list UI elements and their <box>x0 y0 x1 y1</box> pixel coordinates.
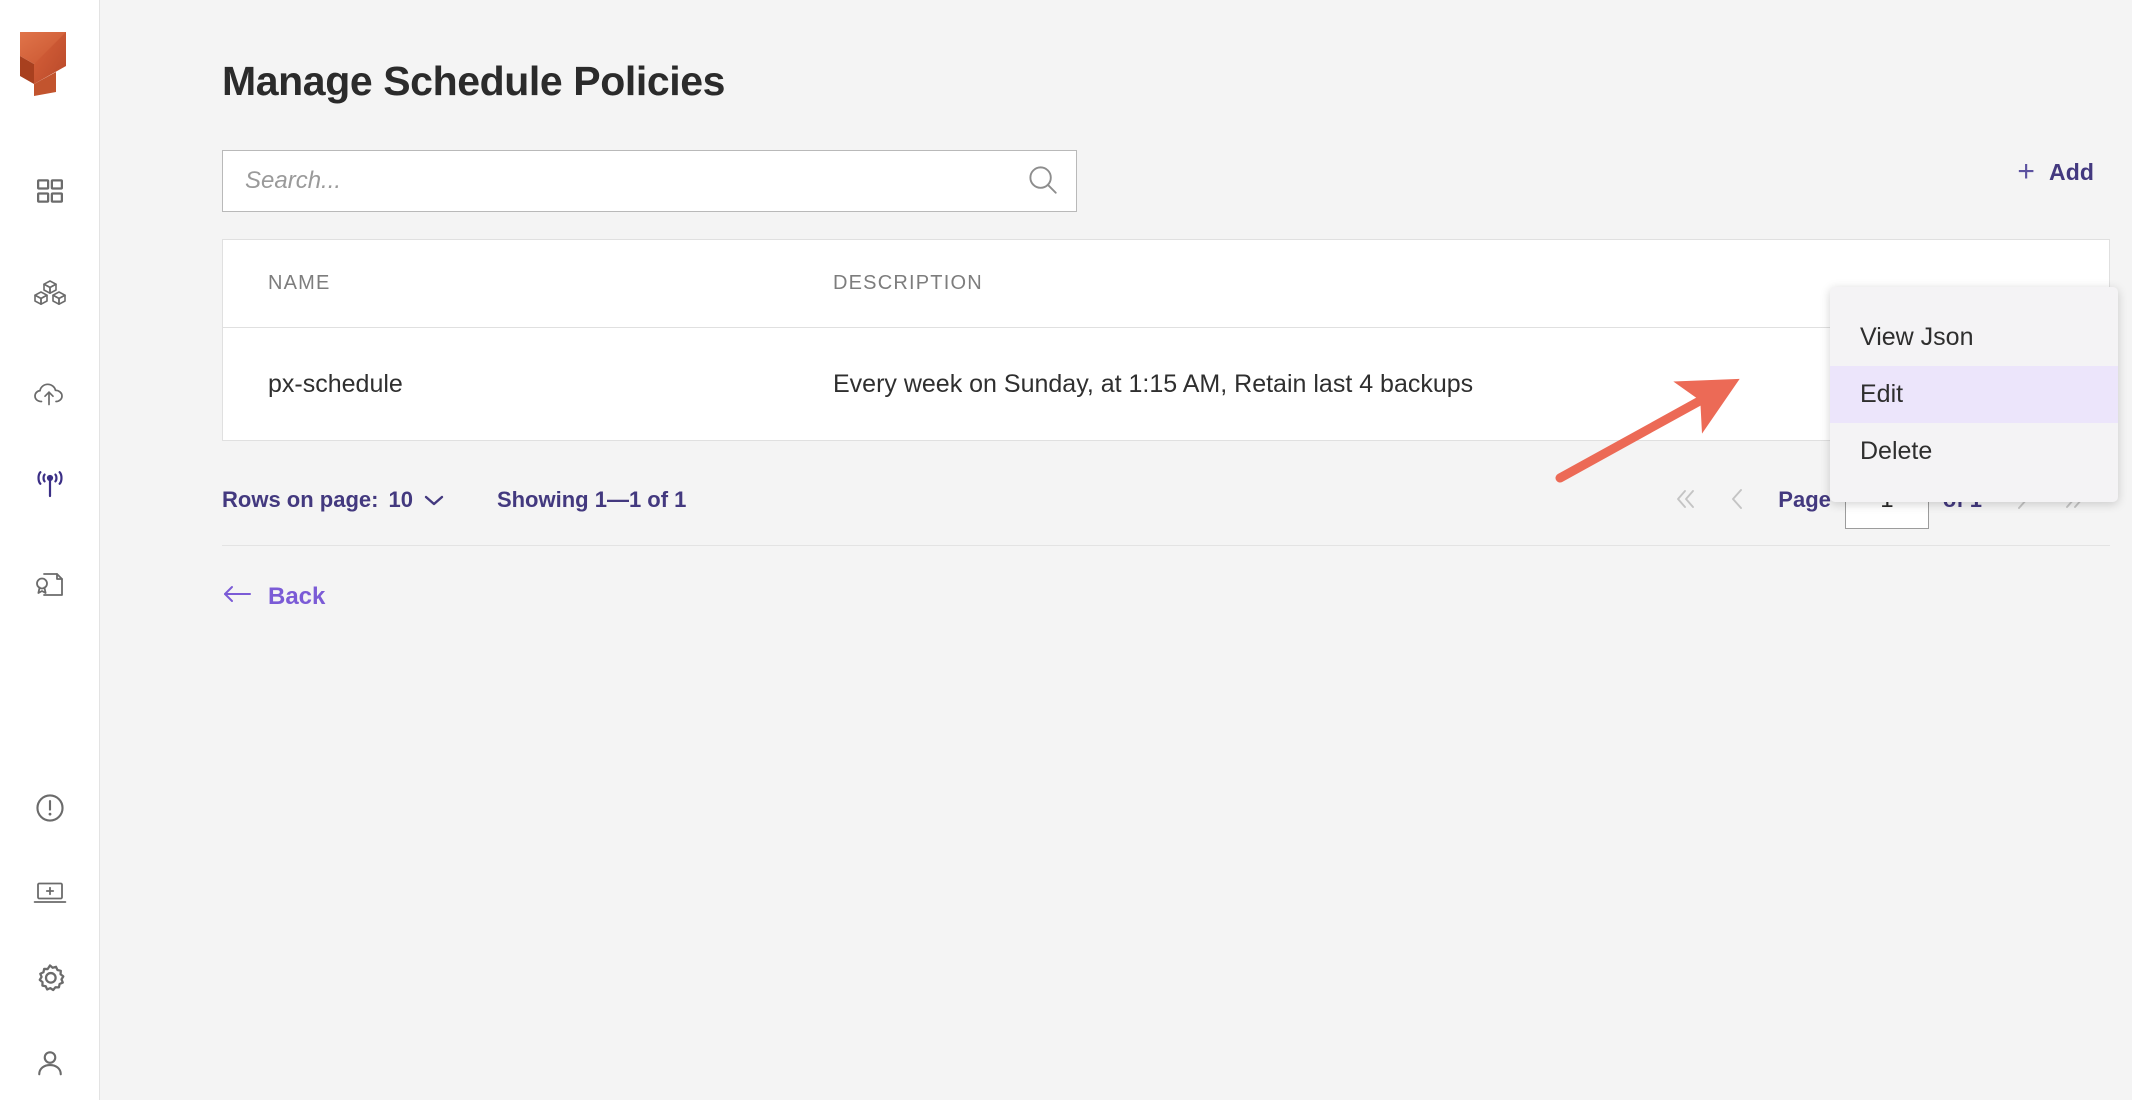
footer-divider <box>222 545 2110 546</box>
rows-per-page-select[interactable]: Rows on page: 10 <box>222 487 445 513</box>
search-icon <box>1026 163 1060 200</box>
chevron-down-icon <box>423 487 445 513</box>
search-input[interactable] <box>223 151 1010 211</box>
first-page-button[interactable] <box>1660 474 1712 526</box>
column-header-description: DESCRIPTION <box>833 272 1733 295</box>
menu-item-edit[interactable]: Edit <box>1830 366 2118 423</box>
cloud-upload-icon <box>33 381 67 409</box>
menu-item-view-json[interactable]: View Json <box>1830 309 2118 366</box>
add-button[interactable]: + Add <box>2017 157 2094 187</box>
gear-icon <box>34 962 66 994</box>
portworx-logo[interactable] <box>14 22 76 96</box>
double-chevron-left-icon <box>1671 486 1701 515</box>
search-button[interactable] <box>1010 151 1076 211</box>
rules-document-icon <box>34 570 66 600</box>
sidebar-item-backup[interactable] <box>0 372 100 418</box>
sidebar-item-account[interactable] <box>0 1040 100 1086</box>
pagination-bar: Rows on page: 10 Showing 1—1 of 1 <box>222 470 2110 530</box>
add-laptop-icon <box>33 879 67 907</box>
cell-description: Every week on Sunday, at 1:15 AM, Retain… <box>833 370 1733 399</box>
sidebar-item-add-application[interactable] <box>0 870 100 916</box>
pagination-left: Rows on page: 10 Showing 1—1 of 1 <box>222 470 686 530</box>
chevron-left-icon <box>1725 486 1751 515</box>
column-header-name: NAME <box>223 272 833 295</box>
row-actions-dropdown: View Json Edit Delete <box>1830 287 2118 502</box>
dashboard-grid-icon <box>35 176 65 206</box>
add-button-label: Add <box>2049 159 2094 186</box>
sidebar-item-clusters[interactable] <box>0 270 100 316</box>
broadcast-antenna-icon <box>33 469 67 501</box>
sidebar-item-alerts[interactable] <box>0 785 100 831</box>
left-sidebar <box>0 0 100 1100</box>
sidebar-item-rules[interactable] <box>0 562 100 608</box>
menu-item-delete[interactable]: Delete <box>1830 423 2118 480</box>
arrow-left-icon <box>222 583 252 611</box>
showing-count: Showing 1—1 of 1 <box>497 487 686 513</box>
rows-per-page-value: 10 <box>388 487 412 513</box>
schedule-policies-table: NAME DESCRIPTION px-schedule Every week … <box>222 239 2110 441</box>
sidebar-item-settings[interactable] <box>0 955 100 1001</box>
cell-name: px-schedule <box>223 370 833 399</box>
alert-circle-icon <box>34 792 66 824</box>
rows-per-page-label: Rows on page: <box>222 487 378 513</box>
cluster-cubes-icon <box>33 278 67 308</box>
app-root: Manage Schedule Policies + Add NAME DESC <box>0 0 2132 1100</box>
prev-page-button[interactable] <box>1712 474 1764 526</box>
back-button[interactable]: Back <box>222 583 325 611</box>
user-account-icon <box>34 1048 66 1078</box>
plus-icon: + <box>2017 157 2035 187</box>
sidebar-item-schedule-policies[interactable] <box>0 462 100 508</box>
table-row[interactable]: px-schedule Every week on Sunday, at 1:1… <box>223 328 2109 440</box>
search-box[interactable] <box>222 150 1077 212</box>
back-button-label: Back <box>268 583 325 611</box>
sidebar-item-dashboard[interactable] <box>0 168 100 214</box>
main-content: Manage Schedule Policies + Add NAME DESC <box>100 0 2132 1100</box>
table-header-row: NAME DESCRIPTION <box>223 240 2109 328</box>
page-title: Manage Schedule Policies <box>222 58 725 105</box>
